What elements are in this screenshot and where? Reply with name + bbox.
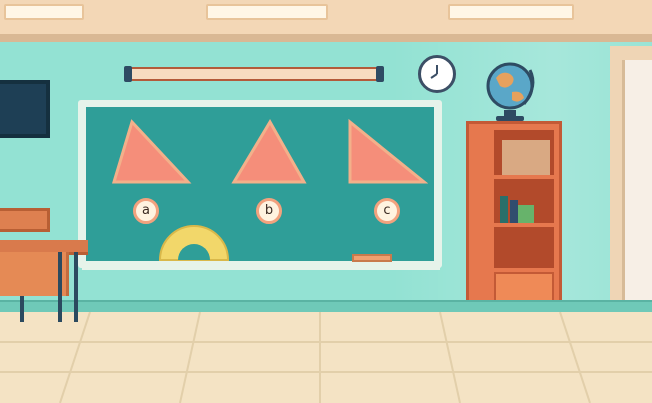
books-icon[interactable]: [502, 140, 550, 175]
shelf-1: [494, 175, 554, 179]
ceiling-trim: [0, 34, 652, 42]
wall-tv: [0, 80, 50, 138]
desk-leg: [58, 252, 62, 322]
eraser-icon[interactable]: [352, 254, 392, 262]
chalk-tray: [82, 262, 440, 270]
desk-leg: [20, 296, 24, 322]
book-green[interactable]: [500, 196, 508, 223]
triangle-a[interactable]: [110, 118, 192, 186]
protractor-icon[interactable]: [156, 220, 232, 264]
projector-screen: [124, 66, 384, 82]
globe-icon[interactable]: [482, 58, 540, 124]
clock-icon: [418, 55, 456, 93]
ceiling-light-right: [448, 4, 574, 20]
triangle-b[interactable]: [230, 118, 308, 186]
book-blue[interactable]: [510, 200, 518, 223]
desk-leg: [74, 252, 78, 322]
book-lightgreen[interactable]: [518, 205, 534, 223]
label-b[interactable]: b: [256, 198, 282, 224]
shelf-2: [494, 223, 554, 227]
triangle-c[interactable]: [344, 118, 428, 186]
floor: [0, 312, 652, 403]
chair-back: [0, 208, 50, 232]
ceiling-light-center: [206, 4, 328, 20]
ceiling-light-left: [4, 4, 84, 20]
label-c[interactable]: c: [374, 198, 400, 224]
